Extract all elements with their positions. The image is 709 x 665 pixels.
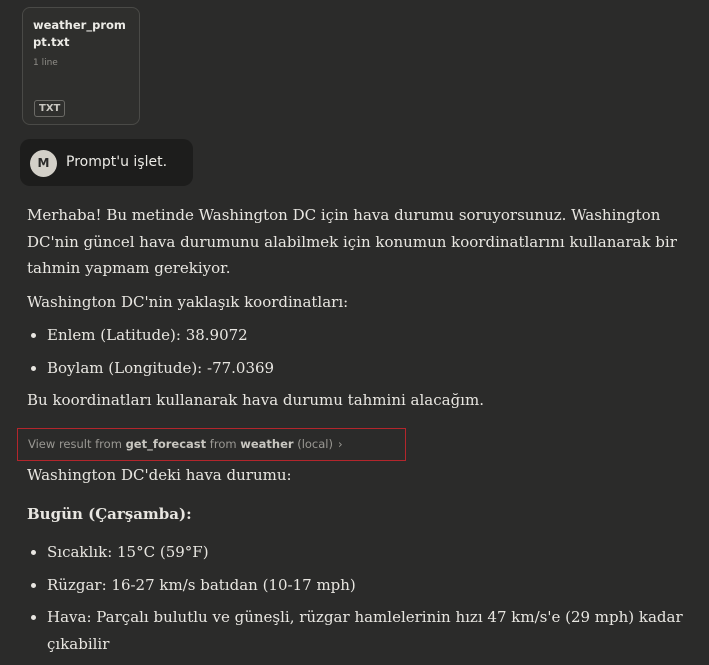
list-item: Hava: Parçalı bulutlu ve güneşli, rüzgar… bbox=[47, 604, 697, 657]
chevron-right-icon: › bbox=[338, 437, 343, 451]
view-tool-result-button[interactable]: View result from get_forecast from weath… bbox=[17, 428, 406, 461]
attachment-filename: weather_prompt.txt bbox=[33, 18, 126, 49]
tool-middle: from bbox=[206, 437, 241, 451]
user-message-text: Prompt'u işlet. bbox=[66, 154, 168, 170]
fetch-note: Bu koordinatları kullanarak hava durumu … bbox=[27, 391, 484, 409]
attachment-card[interactable]: weather_prompt.txt 1 line TXT bbox=[22, 7, 140, 125]
coords-heading: Washington DC'nin yaklaşık koordinatları… bbox=[27, 292, 349, 311]
forecast-list: Sıcaklık: 15°C (59°F) Rüzgar: 16-27 km/s… bbox=[27, 539, 697, 657]
tool-server: weather bbox=[240, 437, 294, 451]
forecast-response: Washington DC'deki hava durumu: Bugün (Ç… bbox=[27, 462, 697, 663]
attachment-line-count: 1 line bbox=[33, 58, 58, 68]
assistant-response: Merhaba! Bu metinde Washington DC için h… bbox=[27, 202, 697, 421]
forecast-day: Bugün (Çarşamba): bbox=[27, 504, 192, 523]
list-item: Boylam (Longitude): -77.0369 bbox=[47, 355, 697, 382]
tool-name: get_forecast bbox=[125, 437, 207, 451]
attachment-type-badge: TXT bbox=[34, 100, 66, 117]
coords-list: Enlem (Latitude): 38.9072 Boylam (Longit… bbox=[27, 322, 697, 381]
response-intro: Merhaba! Bu metinde Washington DC için h… bbox=[27, 206, 677, 277]
user-message: M Prompt'u işlet. bbox=[20, 139, 193, 186]
list-item: Sıcaklık: 15°C (59°F) bbox=[47, 539, 697, 566]
tool-suffix: (local) bbox=[293, 437, 333, 451]
list-item: Enlem (Latitude): 38.9072 bbox=[47, 322, 697, 349]
forecast-heading: Washington DC'deki hava durumu: bbox=[27, 466, 292, 484]
list-item: Rüzgar: 16-27 km/s batıdan (10-17 mph) bbox=[47, 572, 697, 599]
tool-prefix: View result from bbox=[28, 437, 126, 451]
user-avatar: M bbox=[30, 150, 57, 177]
